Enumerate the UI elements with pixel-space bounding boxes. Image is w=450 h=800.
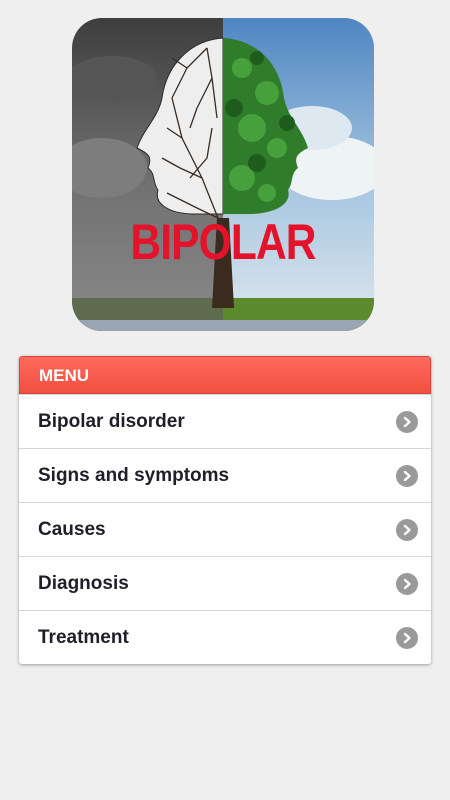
chevron-right-icon [396, 464, 418, 487]
main-menu: MENU Bipolar disorder Signs and symptoms… [19, 356, 431, 664]
menu-item-bipolar-disorder[interactable]: Bipolar disorder [19, 394, 431, 448]
menu-item-treatment[interactable]: Treatment [19, 610, 431, 664]
hero-image: BIPOLAR [72, 18, 374, 331]
chevron-right-icon [396, 626, 418, 649]
chevron-right-icon [396, 518, 418, 541]
chevron-right-icon [396, 572, 418, 595]
menu-item-causes[interactable]: Causes [19, 502, 431, 556]
hero-title: BIPOLAR [130, 214, 316, 270]
menu-header: MENU [19, 356, 431, 394]
menu-item-diagnosis[interactable]: Diagnosis [19, 556, 431, 610]
menu-item-label: Diagnosis [38, 572, 129, 594]
menu-item-label: Treatment [38, 626, 129, 648]
menu-item-label: Signs and symptoms [38, 464, 230, 486]
bipolar-illustration [72, 18, 374, 331]
menu-item-label: Causes [38, 518, 106, 540]
menu-item-signs-and-symptoms[interactable]: Signs and symptoms [19, 448, 431, 502]
chevron-right-icon [396, 410, 418, 433]
menu-item-label: Bipolar disorder [38, 410, 185, 432]
